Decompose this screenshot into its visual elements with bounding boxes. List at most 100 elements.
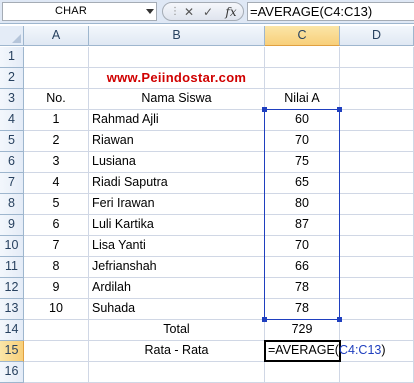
student-score[interactable]: 78 <box>265 278 340 299</box>
cell-b1[interactable] <box>89 47 265 68</box>
student-name[interactable]: Feri Irawan <box>89 194 265 215</box>
row-header-8[interactable]: 8 <box>0 194 24 215</box>
cell-a2[interactable] <box>24 68 89 89</box>
cancel-icon[interactable]: ✕ <box>181 3 197 21</box>
cell-d6[interactable] <box>340 152 414 173</box>
grip-icon[interactable]: ⋮ <box>169 3 181 21</box>
website-label[interactable]: www.Peiindostar.com <box>89 68 265 89</box>
row-header-15[interactable]: 15 <box>0 341 24 362</box>
row-header-13[interactable]: 13 <box>0 299 24 320</box>
student-score[interactable]: 75 <box>265 152 340 173</box>
student-no[interactable]: 6 <box>24 215 89 236</box>
formula-buttons: ⋮ ✕ ✓ fx <box>162 2 244 21</box>
student-name[interactable]: Suhada <box>89 299 265 320</box>
student-no[interactable]: 8 <box>24 257 89 278</box>
student-score[interactable]: 60 <box>265 110 340 131</box>
cell-d10[interactable] <box>340 236 414 257</box>
row-header-7[interactable]: 7 <box>0 173 24 194</box>
cell-d3[interactable] <box>340 89 414 110</box>
student-name[interactable]: Rahmad Ajli <box>89 110 265 131</box>
header-no[interactable]: No. <box>24 89 89 110</box>
column-header-a[interactable]: A <box>24 26 89 46</box>
student-no[interactable]: 1 <box>24 110 89 131</box>
column-header-d[interactable]: D <box>340 26 414 46</box>
cell-a14[interactable] <box>24 320 89 341</box>
row-header-12[interactable]: 12 <box>0 278 24 299</box>
cell-d11[interactable] <box>340 257 414 278</box>
student-name[interactable]: Ardilah <box>89 278 265 299</box>
student-score[interactable]: 70 <box>265 131 340 152</box>
range-handle[interactable] <box>262 317 267 322</box>
student-score[interactable]: 87 <box>265 215 340 236</box>
cell-d7[interactable] <box>340 173 414 194</box>
formula-prefix: =AVERAGE( <box>268 343 339 357</box>
range-handle[interactable] <box>337 317 342 322</box>
cell-d9[interactable] <box>340 215 414 236</box>
student-score[interactable]: 78 <box>265 299 340 320</box>
insert-function-button[interactable]: fx <box>221 3 241 21</box>
name-box[interactable]: CHAR <box>2 2 157 21</box>
chevron-down-icon[interactable] <box>146 9 154 14</box>
row-header-9[interactable]: 9 <box>0 215 24 236</box>
student-name[interactable]: Riadi Saputra <box>89 173 265 194</box>
header-nilai-a[interactable]: Nilai A <box>265 89 340 110</box>
student-name[interactable]: Lusiana <box>89 152 265 173</box>
student-no[interactable]: 9 <box>24 278 89 299</box>
cell-d16[interactable] <box>340 362 414 383</box>
cell-b16[interactable] <box>89 362 265 383</box>
cell-d2[interactable] <box>340 68 414 89</box>
row-header-3[interactable]: 3 <box>0 89 24 110</box>
range-handle[interactable] <box>337 107 342 112</box>
student-no[interactable]: 10 <box>24 299 89 320</box>
student-no[interactable]: 5 <box>24 194 89 215</box>
select-all-button[interactable] <box>0 26 24 46</box>
student-score[interactable]: 80 <box>265 194 340 215</box>
formula-bar: CHAR ⋮ ✕ ✓ fx =AVERAGE(C4:C13) <box>0 0 414 24</box>
cell-d4[interactable] <box>340 110 414 131</box>
active-cell-c15[interactable]: =AVERAGE(C4:C13) <box>264 340 386 362</box>
row-header-6[interactable]: 6 <box>0 152 24 173</box>
row-header-11[interactable]: 11 <box>0 257 24 278</box>
select-all-icon <box>12 34 21 43</box>
student-name[interactable]: Riawan <box>89 131 265 152</box>
formula-input[interactable]: =AVERAGE(C4:C13) <box>247 2 414 21</box>
student-score[interactable]: 70 <box>265 236 340 257</box>
cell-a16[interactable] <box>24 362 89 383</box>
row-header-5[interactable]: 5 <box>0 131 24 152</box>
average-label[interactable]: Rata - Rata <box>89 341 265 362</box>
student-name[interactable]: Luli Kartika <box>89 215 265 236</box>
total-value[interactable]: 729 <box>265 320 340 341</box>
total-label[interactable]: Total <box>89 320 265 341</box>
cell-c2[interactable] <box>265 68 340 89</box>
row-header-10[interactable]: 10 <box>0 236 24 257</box>
column-header-c[interactable]: C <box>265 26 340 46</box>
enter-icon[interactable]: ✓ <box>200 3 216 21</box>
cell-d14[interactable] <box>340 320 414 341</box>
cell-d12[interactable] <box>340 278 414 299</box>
student-score[interactable]: 66 <box>265 257 340 278</box>
row-header-14[interactable]: 14 <box>0 320 24 341</box>
header-nama-siswa[interactable]: Nama Siswa <box>89 89 265 110</box>
student-score[interactable]: 65 <box>265 173 340 194</box>
student-name[interactable]: Lisa Yanti <box>89 236 265 257</box>
student-no[interactable]: 7 <box>24 236 89 257</box>
cell-d13[interactable] <box>340 299 414 320</box>
student-no[interactable]: 2 <box>24 131 89 152</box>
row-header-4[interactable]: 4 <box>0 110 24 131</box>
cell-d8[interactable] <box>340 194 414 215</box>
row-header-16[interactable]: 16 <box>0 362 24 383</box>
student-no[interactable]: 4 <box>24 173 89 194</box>
cell-d1[interactable] <box>340 47 414 68</box>
column-header-b[interactable]: B <box>89 26 265 46</box>
student-name[interactable]: Jefrianshah <box>89 257 265 278</box>
name-box-value: CHAR <box>55 5 87 17</box>
range-handle[interactable] <box>262 107 267 112</box>
cell-c16[interactable] <box>265 362 340 383</box>
row-header-1[interactable]: 1 <box>0 47 24 68</box>
student-no[interactable]: 3 <box>24 152 89 173</box>
cell-d5[interactable] <box>340 131 414 152</box>
cell-a15[interactable] <box>24 341 89 362</box>
cell-a1[interactable] <box>24 47 89 68</box>
cell-c1[interactable] <box>265 47 340 68</box>
row-header-2[interactable]: 2 <box>0 68 24 89</box>
